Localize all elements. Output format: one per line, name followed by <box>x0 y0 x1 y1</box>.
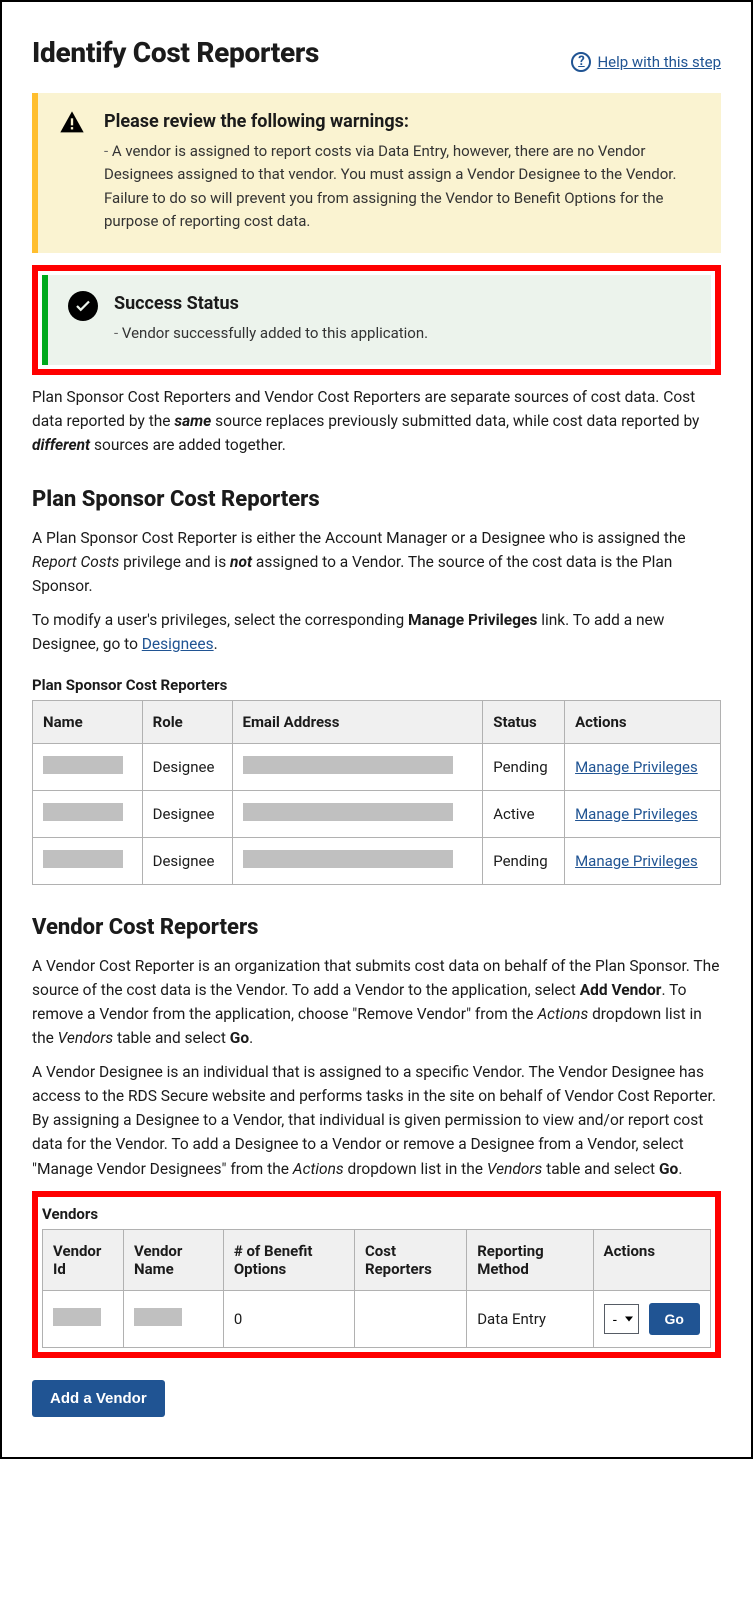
success-alert: Success Status Vendor successfully added… <box>42 275 711 365</box>
warning-title: Please review the following warnings: <box>104 111 701 132</box>
col-name: Name <box>33 701 143 744</box>
page-title: Identify Cost Reporters <box>32 36 319 69</box>
col-vendor-name: Vendor Name <box>124 1229 224 1290</box>
vendors-table-caption: Vendors <box>42 1205 711 1223</box>
redacted-name <box>43 756 123 774</box>
vendor-desc-1: A Vendor Cost Reporter is an organizatio… <box>32 954 721 1050</box>
plan-sponsor-desc-2: To modify a user's privileges, select th… <box>32 608 721 656</box>
table-row: Designee Pending Manage Privileges <box>33 838 721 885</box>
redacted-name <box>43 850 123 868</box>
help-link[interactable]: ? Help with this step <box>571 52 721 72</box>
plan-sponsor-table: Name Role Email Address Status Actions D… <box>32 700 721 885</box>
question-icon: ? <box>571 52 591 72</box>
ps-table-caption: Plan Sponsor Cost Reporters <box>32 676 721 694</box>
col-email: Email Address <box>232 701 483 744</box>
plan-sponsor-heading: Plan Sponsor Cost Reporters <box>32 487 721 512</box>
success-highlight-box: Success Status Vendor successfully added… <box>32 265 721 375</box>
col-role: Role <box>142 701 232 744</box>
success-title: Success Status <box>114 293 428 314</box>
table-row: 0 Data Entry - Go <box>43 1290 711 1347</box>
redacted-email <box>243 850 453 868</box>
redacted-email <box>243 803 453 821</box>
manage-privileges-link[interactable]: Manage Privileges <box>575 805 698 824</box>
go-button[interactable]: Go <box>649 1303 700 1335</box>
manage-privileges-link[interactable]: Manage Privileges <box>575 758 698 777</box>
redacted-name <box>43 803 123 821</box>
warning-message: A vendor is assigned to report costs via… <box>104 140 701 233</box>
col-benefit-options: # of Benefit Options <box>223 1229 354 1290</box>
col-vendor-id: Vendor Id <box>43 1229 124 1290</box>
redacted-vendor-id <box>53 1308 101 1326</box>
vendors-highlight-box: Vendors Vendor Id Vendor Name # of Benef… <box>32 1191 721 1358</box>
table-row: Designee Pending Manage Privileges <box>33 744 721 791</box>
warning-icon <box>58 109 88 233</box>
success-message: Vendor successfully added to this applic… <box>114 322 428 345</box>
col-reporting-method: Reporting Method <box>467 1229 593 1290</box>
col-actions: Actions <box>565 701 721 744</box>
designees-link[interactable]: Designees <box>142 635 214 653</box>
success-icon <box>68 291 98 345</box>
redacted-vendor-name <box>134 1308 182 1326</box>
vendor-action-select[interactable]: - <box>604 1304 639 1334</box>
plan-sponsor-desc-1: A Plan Sponsor Cost Reporter is either t… <box>32 526 721 598</box>
table-row: Designee Active Manage Privileges <box>33 791 721 838</box>
vendor-desc-2: A Vendor Designee is an individual that … <box>32 1060 721 1180</box>
col-status: Status <box>483 701 565 744</box>
warning-alert: Please review the following warnings: A … <box>32 93 721 253</box>
col-vendor-actions: Actions <box>593 1229 711 1290</box>
add-vendor-button[interactable]: Add a Vendor <box>32 1380 165 1417</box>
manage-privileges-link[interactable]: Manage Privileges <box>575 852 698 871</box>
vendor-heading: Vendor Cost Reporters <box>32 915 721 940</box>
vendors-table: Vendor Id Vendor Name # of Benefit Optio… <box>42 1229 711 1348</box>
help-link-label: Help with this step <box>597 53 721 71</box>
intro-paragraph: Plan Sponsor Cost Reporters and Vendor C… <box>32 385 721 457</box>
redacted-email <box>243 756 453 774</box>
col-cost-reporters: Cost Reporters <box>354 1229 466 1290</box>
